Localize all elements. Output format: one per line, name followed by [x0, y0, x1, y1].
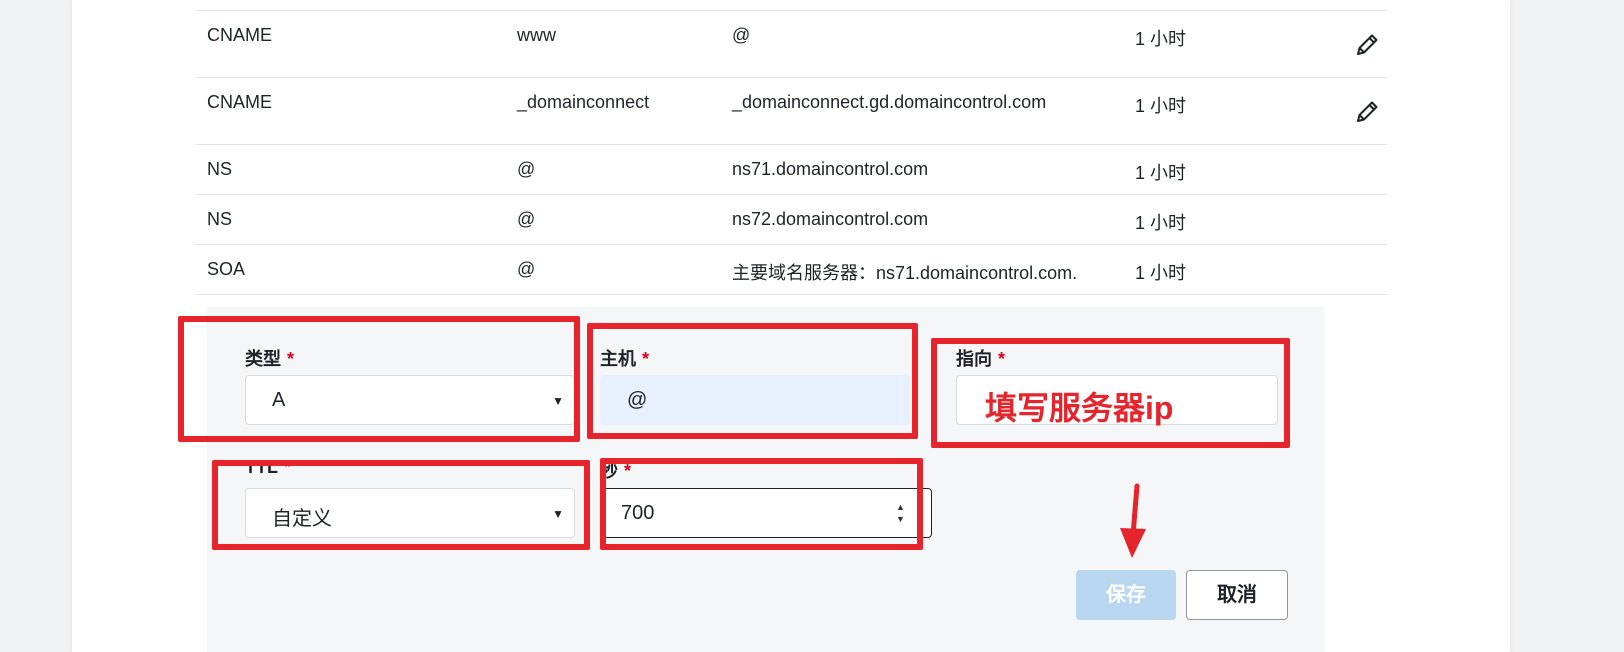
type-select-value: A: [272, 389, 286, 411]
ttl-select[interactable]: 自定义 ▼: [245, 488, 575, 538]
host-label: 主机 *: [600, 345, 649, 371]
record-points-to: ns71.domaincontrol.com: [732, 159, 929, 179]
caret-down-icon: ▼: [552, 394, 564, 408]
table-row: NS @ ns71.domaincontrol.com 1 小时: [195, 145, 1387, 195]
table-row: NS @ ns72.domaincontrol.com 1 小时: [195, 195, 1387, 245]
pencil-icon[interactable]: [1353, 98, 1381, 126]
required-mark: *: [998, 349, 1006, 369]
record-type: NS: [207, 159, 233, 179]
spinner-arrows-icon[interactable]: ▲ ▼: [893, 501, 909, 527]
table-row: SOA @ 主要域名服务器：ns71.domaincontrol.com. 1 …: [195, 245, 1387, 295]
record-points-to: @: [732, 25, 751, 45]
record-ttl: 1 小时: [1135, 213, 1187, 233]
points-to-label-text: 指向: [956, 349, 992, 369]
record-host: @: [517, 259, 536, 279]
record-points-to: 主要域名服务器：ns71.domaincontrol.com.: [732, 263, 1078, 283]
seconds-input-value: 700: [621, 502, 655, 524]
type-select[interactable]: A ▼: [245, 375, 575, 425]
type-label: 类型 *: [245, 345, 294, 371]
save-button[interactable]: 保存: [1076, 570, 1176, 620]
ttl-label: TTL *: [245, 457, 291, 478]
ttl-label-text: TTL: [245, 457, 278, 477]
record-type: SOA: [207, 259, 246, 279]
record-host: _domainconnect: [517, 92, 650, 112]
caret-down-icon: ▼: [552, 507, 564, 521]
seconds-label-text: 秒: [600, 461, 618, 481]
seconds-label: 秒 *: [600, 457, 631, 483]
host-input-value: @: [627, 389, 648, 411]
table-row: CNAME www @ 1 小时: [195, 10, 1387, 78]
required-mark: *: [642, 349, 650, 369]
points-to-hint: 填写服务器ip: [985, 390, 1174, 426]
points-to-input[interactable]: 填写服务器ip: [956, 375, 1278, 426]
ttl-select-value: 自定义: [272, 508, 332, 530]
record-host: www: [517, 25, 556, 45]
required-mark: *: [287, 349, 295, 369]
table-row: CNAME _domainconnect _domainconnect.gd.d…: [195, 78, 1387, 145]
points-to-label: 指向 *: [956, 345, 1005, 371]
dns-records-table: CNAME www @ 1 小时 CNAME _domainconnect _d…: [195, 10, 1387, 295]
record-ttl: 1 小时: [1135, 163, 1187, 183]
record-host: @: [517, 209, 536, 229]
record-ttl: 1 小时: [1135, 96, 1187, 116]
required-mark: *: [284, 457, 292, 477]
pencil-icon[interactable]: [1353, 31, 1381, 59]
record-type: CNAME: [207, 92, 273, 112]
record-ttl: 1 小时: [1135, 263, 1187, 283]
cancel-button[interactable]: 取消: [1186, 570, 1288, 620]
host-input[interactable]: @: [600, 375, 910, 425]
record-ttl: 1 小时: [1135, 29, 1187, 49]
record-points-to: _domainconnect.gd.domaincontrol.com: [732, 92, 1047, 112]
required-mark: *: [624, 461, 632, 481]
type-label-text: 类型: [245, 349, 281, 369]
record-points-to: ns72.domaincontrol.com: [732, 209, 929, 229]
record-host: @: [517, 159, 536, 179]
record-type: CNAME: [207, 25, 273, 45]
host-label-text: 主机: [600, 349, 636, 369]
record-type: NS: [207, 209, 233, 229]
seconds-input[interactable]: 700 ▲ ▼: [600, 488, 932, 538]
